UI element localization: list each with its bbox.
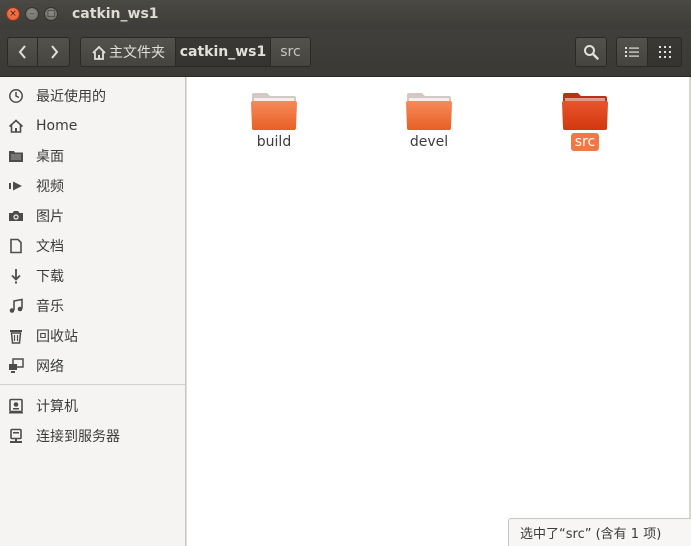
folder-item-build[interactable]: build xyxy=(229,77,319,157)
path-segment-label: catkin_ws1 xyxy=(179,44,267,60)
path-segment-home[interactable]: 主文件夹 xyxy=(80,37,176,67)
list-view-button[interactable] xyxy=(616,37,648,67)
selection-status-text: 选中了“src” (含有 1 项) xyxy=(520,527,662,542)
sidebar-item-desktop[interactable]: 桌面 xyxy=(0,142,185,170)
folder-item-src[interactable]: src xyxy=(540,77,630,157)
sidebar-item-trash[interactable]: 回收站 xyxy=(0,322,185,350)
sidebar-item-label: 文档 xyxy=(36,239,64,255)
sidebar-item-label: Home xyxy=(36,118,78,134)
file-view: build devel src xyxy=(186,77,691,546)
home-icon xyxy=(8,118,24,134)
maximize-window-button[interactable]: □ xyxy=(44,7,58,21)
sidebar-item-downloads[interactable]: 下载 xyxy=(0,262,185,290)
minimize-window-button[interactable]: – xyxy=(25,7,39,21)
sidebar-item-pictures[interactable]: 图片 xyxy=(0,202,185,230)
chevron-right-icon xyxy=(50,45,58,59)
computer-icon xyxy=(8,398,24,414)
chevron-left-icon xyxy=(18,45,26,59)
sidebar-item-label: 连接到服务器 xyxy=(36,429,120,445)
sidebar-item-label: 计算机 xyxy=(36,399,78,415)
folder-label: build xyxy=(256,134,292,150)
toolbar: 主文件夹 catkin_ws1 src xyxy=(0,29,691,77)
sidebar-item-home[interactable]: Home xyxy=(0,112,185,140)
sidebar-item-label: 图片 xyxy=(36,209,64,225)
sidebar: 最近使用的 Home 桌面 视频 图片 文档 下载 音乐 回收站 网络 计算机 … xyxy=(0,77,186,546)
sidebar-item-music[interactable]: 音乐 xyxy=(0,292,185,320)
sidebar-item-label: 下载 xyxy=(36,269,64,285)
sidebar-item-recent[interactable]: 最近使用的 xyxy=(0,82,185,110)
music-icon xyxy=(8,298,24,314)
grid-view-button[interactable] xyxy=(648,37,682,67)
clock-icon xyxy=(8,88,24,104)
sidebar-item-label: 视频 xyxy=(36,179,64,195)
forward-button[interactable] xyxy=(38,37,70,67)
home-icon xyxy=(92,45,106,60)
folder-item-devel[interactable]: devel xyxy=(384,77,474,157)
sidebar-item-label: 网络 xyxy=(36,359,64,375)
folder-icon xyxy=(406,93,452,130)
folder-icon xyxy=(562,93,608,130)
grid-view-icon xyxy=(658,46,671,58)
trash-icon xyxy=(8,328,24,344)
sidebar-item-label: 最近使用的 xyxy=(36,89,106,105)
sidebar-item-label: 回收站 xyxy=(36,329,78,345)
search-button[interactable] xyxy=(575,37,607,67)
back-button[interactable] xyxy=(7,37,38,67)
folder-icon xyxy=(8,148,24,164)
path-segment-catkin-ws1[interactable]: catkin_ws1 xyxy=(176,37,271,67)
sidebar-divider xyxy=(0,384,185,385)
sidebar-item-network[interactable]: 网络 xyxy=(0,352,185,380)
sidebar-item-computer[interactable]: 计算机 xyxy=(0,392,185,420)
sidebar-item-label: 音乐 xyxy=(36,299,64,315)
path-segment-label: src xyxy=(280,44,301,60)
window-titlebar: × – □ catkin_ws1 xyxy=(0,0,691,29)
status-bar: 选中了“src” (含有 1 项) xyxy=(508,518,691,546)
sidebar-item-videos[interactable]: 视频 xyxy=(0,172,185,200)
document-icon xyxy=(8,238,24,254)
sidebar-item-label: 桌面 xyxy=(36,149,64,165)
folder-label: src xyxy=(540,133,630,151)
close-window-button[interactable]: × xyxy=(6,7,20,21)
path-segment-label: 主文件夹 xyxy=(109,45,165,61)
video-icon xyxy=(8,178,24,194)
folder-label: devel xyxy=(409,134,449,150)
sidebar-item-documents[interactable]: 文档 xyxy=(0,232,185,260)
sidebar-item-connect-server[interactable]: 连接到服务器 xyxy=(0,422,185,450)
download-icon xyxy=(8,268,24,284)
path-segment-src[interactable]: src xyxy=(271,37,311,67)
server-icon xyxy=(8,428,24,444)
camera-icon xyxy=(8,208,24,224)
search-icon xyxy=(584,45,599,60)
window-title: catkin_ws1 xyxy=(72,6,159,22)
list-view-icon xyxy=(625,47,639,57)
network-icon xyxy=(8,358,24,374)
folder-icon xyxy=(251,93,297,130)
